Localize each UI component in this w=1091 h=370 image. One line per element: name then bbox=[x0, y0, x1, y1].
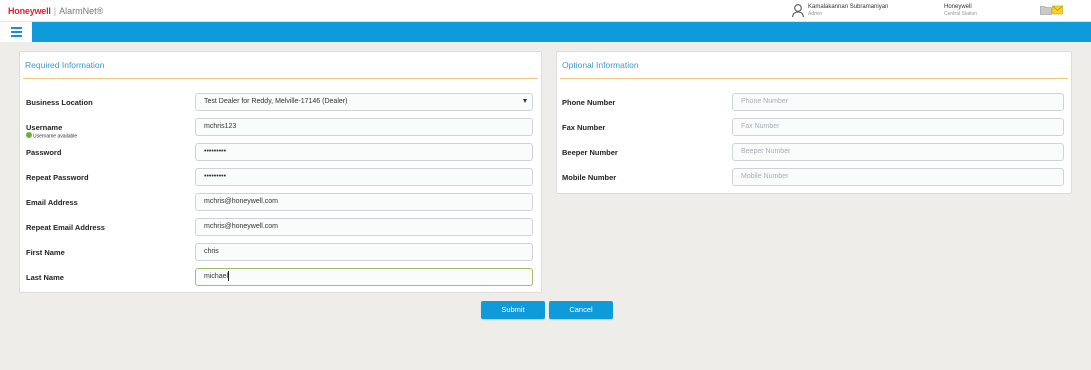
panel-title-required: Required Information bbox=[25, 60, 105, 70]
username-status: Username available bbox=[26, 132, 78, 140]
cancel-button[interactable]: Cancel bbox=[549, 301, 613, 319]
product-name: AlarmNet® bbox=[59, 6, 104, 16]
repeat-password-field[interactable]: ••••••••• bbox=[195, 168, 533, 186]
user-role: Admin bbox=[808, 11, 823, 17]
text-cursor bbox=[228, 271, 230, 282]
chevron-down-icon bbox=[523, 99, 527, 103]
mail-icon[interactable] bbox=[1052, 5, 1063, 15]
last-name-field[interactable]: michael bbox=[195, 268, 533, 286]
brand-name: Honeywell bbox=[8, 6, 51, 16]
panel-divider bbox=[560, 78, 1068, 79]
panel-title-optional: Optional Information bbox=[562, 60, 639, 70]
folder-icon[interactable] bbox=[1040, 5, 1052, 15]
business-location-label: Business Location bbox=[26, 98, 93, 107]
beeper-number-field[interactable]: Beeper Number bbox=[732, 143, 1064, 161]
email-label: Email Address bbox=[26, 198, 78, 207]
hamburger-menu-icon[interactable] bbox=[0, 22, 32, 42]
company-name[interactable]: Honeywell bbox=[944, 4, 972, 11]
username-status-text: Username available bbox=[33, 133, 78, 140]
repeat-email-label: Repeat Email Address bbox=[26, 223, 105, 232]
first-name-field[interactable]: chris bbox=[195, 243, 533, 261]
repeat-password-label: Repeat Password bbox=[26, 173, 89, 182]
phone-number-field[interactable]: Phone Number bbox=[732, 93, 1064, 111]
logo-separator: | bbox=[53, 6, 57, 16]
first-name-label: First Name bbox=[26, 248, 65, 257]
password-label: Password bbox=[26, 148, 62, 157]
company-type: Central Station bbox=[944, 11, 978, 17]
mobile-number-field[interactable]: Mobile Number bbox=[732, 168, 1064, 186]
fax-number-field[interactable]: Fax Number bbox=[732, 118, 1064, 136]
required-information-panel: Required Information Business Location T… bbox=[19, 51, 542, 293]
business-location-value: Test Dealer for Reddy, Melville-17146 (D… bbox=[204, 98, 348, 105]
submit-button[interactable]: Submit bbox=[481, 301, 545, 319]
mobile-number-label: Mobile Number bbox=[562, 173, 617, 182]
password-field[interactable]: ••••••••• bbox=[195, 143, 533, 161]
last-name-value: michael bbox=[204, 273, 229, 280]
user-name[interactable]: Kamalakannan Subramaniyan bbox=[808, 4, 888, 11]
top-header: Honeywell | AlarmNet® Kamalakannan Subrama… bbox=[0, 0, 1091, 22]
check-icon bbox=[26, 132, 32, 138]
username-label: Username bbox=[26, 123, 63, 132]
nav-bar bbox=[0, 22, 1091, 42]
panel-divider bbox=[23, 78, 538, 79]
fax-number-label: Fax Number bbox=[562, 123, 606, 132]
repeat-email-field[interactable]: mchris@honeywell.com bbox=[195, 218, 533, 236]
business-location-select[interactable]: Test Dealer for Reddy, Melville-17146 (D… bbox=[195, 93, 533, 111]
email-field[interactable]: mchris@honeywell.com bbox=[195, 193, 533, 211]
optional-information-panel: Optional Information Phone Number Phone … bbox=[556, 51, 1072, 194]
last-name-label: Last Name bbox=[26, 273, 64, 282]
beeper-number-label: Beeper Number bbox=[562, 148, 618, 157]
phone-number-label: Phone Number bbox=[562, 98, 616, 107]
user-icon[interactable] bbox=[791, 3, 805, 18]
app-logo[interactable]: Honeywell | AlarmNet® bbox=[8, 6, 103, 16]
username-field[interactable]: mchris123 bbox=[195, 118, 533, 136]
